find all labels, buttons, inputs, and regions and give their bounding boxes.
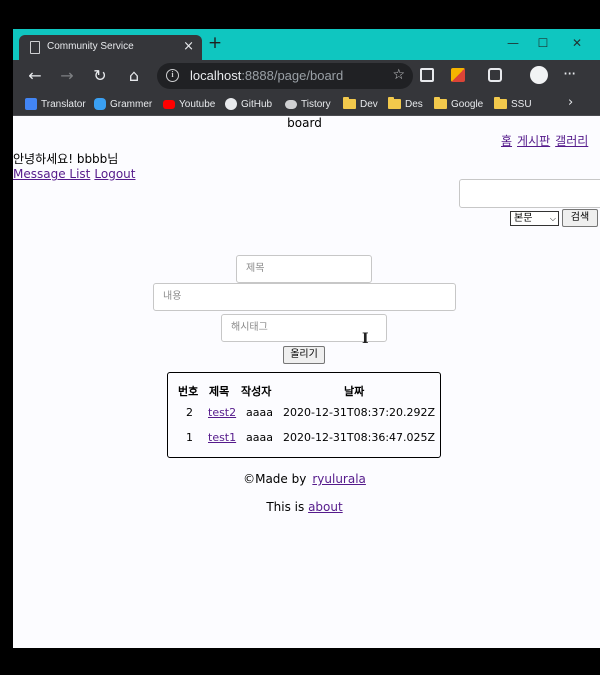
row-number: 2 xyxy=(186,406,193,419)
nav-home-link[interactable]: 홈 xyxy=(501,134,512,148)
tab-close-icon[interactable]: × xyxy=(183,39,194,54)
collections-icon[interactable] xyxy=(488,68,502,82)
bookmark-youtube[interactable]: Youtube xyxy=(163,96,215,112)
url-path: :8888/page/board xyxy=(241,68,344,83)
bookmark-dev[interactable]: Dev xyxy=(343,96,378,112)
page-title: board xyxy=(287,116,322,130)
table-header-date: 날짜 xyxy=(344,385,365,398)
qr-extension-icon[interactable] xyxy=(420,68,434,82)
row-title-link[interactable]: test2 xyxy=(208,406,236,419)
translate-icon xyxy=(25,98,37,110)
board-table: 번호 제목 작성자 날짜 2 test2 aaaa 2020-12-31T08:… xyxy=(167,372,441,458)
title-bar: Community Service × + — ☐ ✕ xyxy=(13,29,600,61)
row-author: aaaa xyxy=(246,431,273,444)
row-title-link[interactable]: test1 xyxy=(208,431,236,444)
bookmark-grammer[interactable]: Grammer xyxy=(94,96,152,112)
nav-board-link[interactable]: 게시판 xyxy=(517,134,550,148)
table-header-author: 작성자 xyxy=(241,385,272,398)
address-bar[interactable]: i localhost:8888/page/board ☆ xyxy=(157,63,413,89)
bookmark-github[interactable]: GitHub xyxy=(225,96,272,112)
folder-icon xyxy=(388,97,401,109)
greeting-text: 안녕하세요! bbbb님 xyxy=(13,152,119,166)
star-icon[interactable]: ☆ xyxy=(392,67,405,83)
bookmark-des[interactable]: Des xyxy=(388,96,423,112)
folder-icon xyxy=(494,97,507,109)
bookmark-tistory[interactable]: Tistory xyxy=(285,96,331,112)
row-date: 2020-12-31T08:36:47.025Z xyxy=(283,431,436,444)
tab-title: Community Service xyxy=(47,41,134,52)
row-number: 1 xyxy=(186,431,193,444)
nav-gallery-link[interactable]: 갤러리 xyxy=(555,134,588,148)
youtube-icon xyxy=(163,99,175,109)
chevron-right-icon[interactable]: › xyxy=(568,95,573,110)
url-text: localhost:8888/page/board xyxy=(190,68,343,83)
minimize-icon[interactable]: — xyxy=(502,33,524,53)
row-date: 2020-12-31T08:37:20.292Z xyxy=(283,406,436,419)
main-nav: 홈 게시판 갤러리 xyxy=(501,132,593,149)
bookmarks-bar: Translator Grammer Youtube GitHub Tistor… xyxy=(13,92,600,116)
author-link[interactable]: ryulurala xyxy=(312,472,366,486)
message-list-link[interactable]: Message List xyxy=(13,167,90,181)
page-content: board 홈 게시판 갤러리 안녕하세요! bbbb님 Message List L… xyxy=(13,116,600,648)
maximize-icon[interactable]: ☐ xyxy=(532,33,554,53)
shield-extension-icon[interactable] xyxy=(451,68,465,82)
folder-icon xyxy=(343,97,356,109)
bookmark-ssu[interactable]: SSU xyxy=(494,96,532,112)
profile-avatar[interactable] xyxy=(530,66,548,84)
window-close-icon[interactable]: ✕ xyxy=(566,33,588,53)
browser-window: Community Service × + — ☐ ✕ ← → ↻ ⌂ i lo… xyxy=(13,29,600,648)
search-type-value: 본문 xyxy=(514,213,533,224)
table-header-title: 제목 xyxy=(209,385,230,398)
submit-button[interactable]: 올리기 xyxy=(283,346,325,364)
browser-tab[interactable]: Community Service × xyxy=(19,35,202,61)
github-icon xyxy=(225,98,237,110)
text-cursor-icon: I xyxy=(362,331,369,347)
chevron-down-icon: ⌵ xyxy=(549,214,556,223)
search-button[interactable]: 검색 xyxy=(562,209,598,227)
screen-frame: Community Service × + — ☐ ✕ ← → ↻ ⌂ i lo… xyxy=(0,0,600,675)
forward-icon[interactable]: → xyxy=(56,65,78,87)
search-input[interactable] xyxy=(459,179,600,208)
logout-link[interactable]: Logout xyxy=(94,167,135,181)
back-icon[interactable]: ← xyxy=(24,65,46,87)
content-input[interactable]: 내용 xyxy=(153,283,456,311)
table-header-number: 번호 xyxy=(178,385,199,398)
bookmark-google[interactable]: Google xyxy=(434,96,483,112)
page-icon xyxy=(30,41,40,54)
url-host: localhost xyxy=(190,68,242,83)
more-menu-icon[interactable]: ··· xyxy=(563,64,576,83)
search-type-select[interactable]: 본문 ⌵ xyxy=(510,211,559,226)
about-link[interactable]: about xyxy=(308,500,343,514)
footer-made-by: ©Made by ryulurala xyxy=(13,472,596,486)
title-input[interactable]: 제목 xyxy=(236,255,372,283)
new-tab-icon[interactable]: + xyxy=(206,34,224,52)
browser-toolbar: ← → ↻ ⌂ i localhost:8888/page/board ☆ ··… xyxy=(13,60,600,92)
cloud-icon xyxy=(285,99,297,109)
bookmark-translator[interactable]: Translator xyxy=(25,96,86,112)
user-links: Message List Logout xyxy=(13,167,139,181)
reload-icon[interactable]: ↻ xyxy=(89,65,111,87)
folder-icon xyxy=(434,97,447,109)
home-icon[interactable]: ⌂ xyxy=(123,65,145,87)
about-text: This is xyxy=(266,500,305,514)
info-icon[interactable]: i xyxy=(166,69,179,82)
grammer-icon xyxy=(94,98,106,110)
footer-about: This is about xyxy=(13,500,596,514)
made-by-text: ©Made by xyxy=(243,472,307,486)
row-author: aaaa xyxy=(246,406,273,419)
